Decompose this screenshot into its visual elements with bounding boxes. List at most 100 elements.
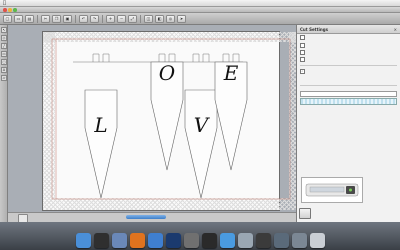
window-controls <box>3 8 17 12</box>
pennant-e[interactable]: E <box>214 53 248 171</box>
zoom-out-button[interactable]: − <box>117 14 126 23</box>
speed-section-title <box>297 88 400 90</box>
pennant-shape[interactable] <box>184 89 218 199</box>
itunes-icon[interactable] <box>147 233 163 248</box>
new-document-button[interactable]: ▢ <box>3 14 12 23</box>
scissors-icon: ✂ <box>43 16 48 21</box>
pennant-shape[interactable] <box>84 89 118 199</box>
finder-icon[interactable] <box>75 233 91 248</box>
copy-button[interactable]: ❐ <box>52 14 61 23</box>
left-tool-strip: ↖ ◇ ╱ ▭ ○ A ▱ <box>0 25 8 222</box>
pennant-tab <box>92 53 110 62</box>
horizontal-scrollbar[interactable] <box>8 212 296 223</box>
save-button[interactable]: ▤ <box>25 14 34 23</box>
system-preferences-icon[interactable] <box>183 233 199 248</box>
firefox-icon[interactable] <box>129 233 145 248</box>
ellipse-tool-icon[interactable]: ○ <box>1 59 7 65</box>
apple-menu-icon[interactable]:  <box>0 0 9 6</box>
fit-page-icon: ⤢ <box>130 16 135 21</box>
checkbox[interactable] <box>300 57 305 63</box>
trash-icon[interactable] <box>309 233 325 248</box>
toolbar-divider <box>37 14 38 23</box>
line-tool-icon[interactable]: ╱ <box>1 43 7 49</box>
pennant-group[interactable]: L O V E <box>84 53 248 199</box>
pennant-l[interactable]: L <box>84 53 118 199</box>
panel-title: Cut Settings <box>300 26 328 32</box>
close-panel-icon[interactable]: × <box>394 27 397 32</box>
pennant-letter: V <box>194 113 211 137</box>
folder-icon: ▭ <box>16 16 21 21</box>
undo-button[interactable]: ↶ <box>79 14 88 23</box>
option-row[interactable] <box>297 49 400 56</box>
checkbox[interactable] <box>300 35 305 41</box>
speed-field[interactable] <box>300 91 397 98</box>
zoom-in-icon: + <box>108 16 113 21</box>
panel-divider <box>300 85 397 87</box>
toolbar-divider <box>102 14 103 23</box>
redo-icon: ↷ <box>92 16 97 21</box>
cut-button-toolbar[interactable]: ✂ <box>41 14 50 23</box>
pennant-letter: O <box>159 61 175 85</box>
pennant-tab <box>192 53 210 62</box>
rectangle-tool-icon[interactable]: ▭ <box>1 51 7 57</box>
panel-divider <box>300 65 397 67</box>
panel-header: Cut Settings × <box>297 25 400 34</box>
send-checkbox[interactable]: ✓ <box>300 69 305 75</box>
option-row[interactable] <box>297 41 400 48</box>
open-button[interactable]: ▭ <box>14 14 23 23</box>
itunes-2-icon[interactable] <box>273 233 289 248</box>
dock <box>62 228 338 248</box>
time-machine-icon[interactable] <box>201 233 217 248</box>
safari-icon[interactable] <box>219 233 235 248</box>
app-store-icon[interactable] <box>255 233 271 248</box>
cutter-preview <box>301 177 363 203</box>
menu-bar:  <box>0 0 400 7</box>
toolbar-divider <box>75 14 76 23</box>
group-icon: ◫ <box>146 16 151 21</box>
preview-icon[interactable] <box>237 233 253 248</box>
send-to-cutter-button[interactable]: ➤ <box>177 14 186 23</box>
close-window-icon[interactable] <box>3 8 7 12</box>
group-button[interactable]: ◫ <box>144 14 153 23</box>
paste-button[interactable]: ▣ <box>63 14 72 23</box>
new-document-icon: ▢ <box>5 16 10 21</box>
weld-button[interactable]: ◎ <box>166 14 175 23</box>
banner-design[interactable]: L O V E <box>43 32 301 210</box>
edit-points-tool-icon[interactable]: ◇ <box>1 35 7 41</box>
ungroup-button[interactable]: ◧ <box>155 14 164 23</box>
copy-icon: ❐ <box>54 16 59 21</box>
toolbar: ▢ ▭ ▤ ✂ ❐ ▣ ↶ ↷ + − ⤢ ◫ ◧ ◎ ➤ <box>0 13 400 25</box>
send-cut-button[interactable] <box>299 208 311 219</box>
scrollbar-thumb[interactable] <box>126 215 166 219</box>
pennant-letter: L <box>93 113 107 137</box>
cutting-mat[interactable]: L O V E <box>42 31 322 211</box>
pennant-o[interactable]: O <box>150 53 184 171</box>
downloads-icon[interactable] <box>291 233 307 248</box>
checkbox[interactable] <box>300 42 305 48</box>
option-row[interactable] <box>297 34 400 41</box>
select-tool-icon[interactable]: ↖ <box>1 27 7 33</box>
pressure-slider[interactable] <box>300 98 397 106</box>
mail-icon[interactable] <box>111 233 127 248</box>
checkbox[interactable] <box>300 49 305 55</box>
redo-button[interactable]: ↷ <box>90 14 99 23</box>
dashboard-icon[interactable] <box>93 233 109 248</box>
fit-page-button[interactable]: ⤢ <box>128 14 137 23</box>
eraser-tool-icon[interactable]: ▱ <box>1 75 7 81</box>
cutter-machine-icon <box>305 183 359 197</box>
photoshop-icon[interactable] <box>165 233 181 248</box>
text-tool-icon[interactable]: A <box>1 67 7 73</box>
canvas-area[interactable]: L O V E <box>8 25 322 212</box>
zoom-in-button[interactable]: + <box>106 14 115 23</box>
option-row[interactable] <box>297 56 400 63</box>
pennant-v[interactable]: V <box>184 53 218 199</box>
send-row[interactable]: ✓ <box>297 68 400 75</box>
zoom-out-icon: − <box>119 16 124 21</box>
undo-icon: ↶ <box>81 16 86 21</box>
minimize-window-icon[interactable] <box>8 8 12 12</box>
zoom-window-icon[interactable] <box>13 8 17 12</box>
save-icon: ▤ <box>27 16 32 21</box>
toolbar-divider <box>140 14 141 23</box>
media-field-row[interactable] <box>297 81 400 83</box>
ungroup-icon: ◧ <box>157 16 162 21</box>
